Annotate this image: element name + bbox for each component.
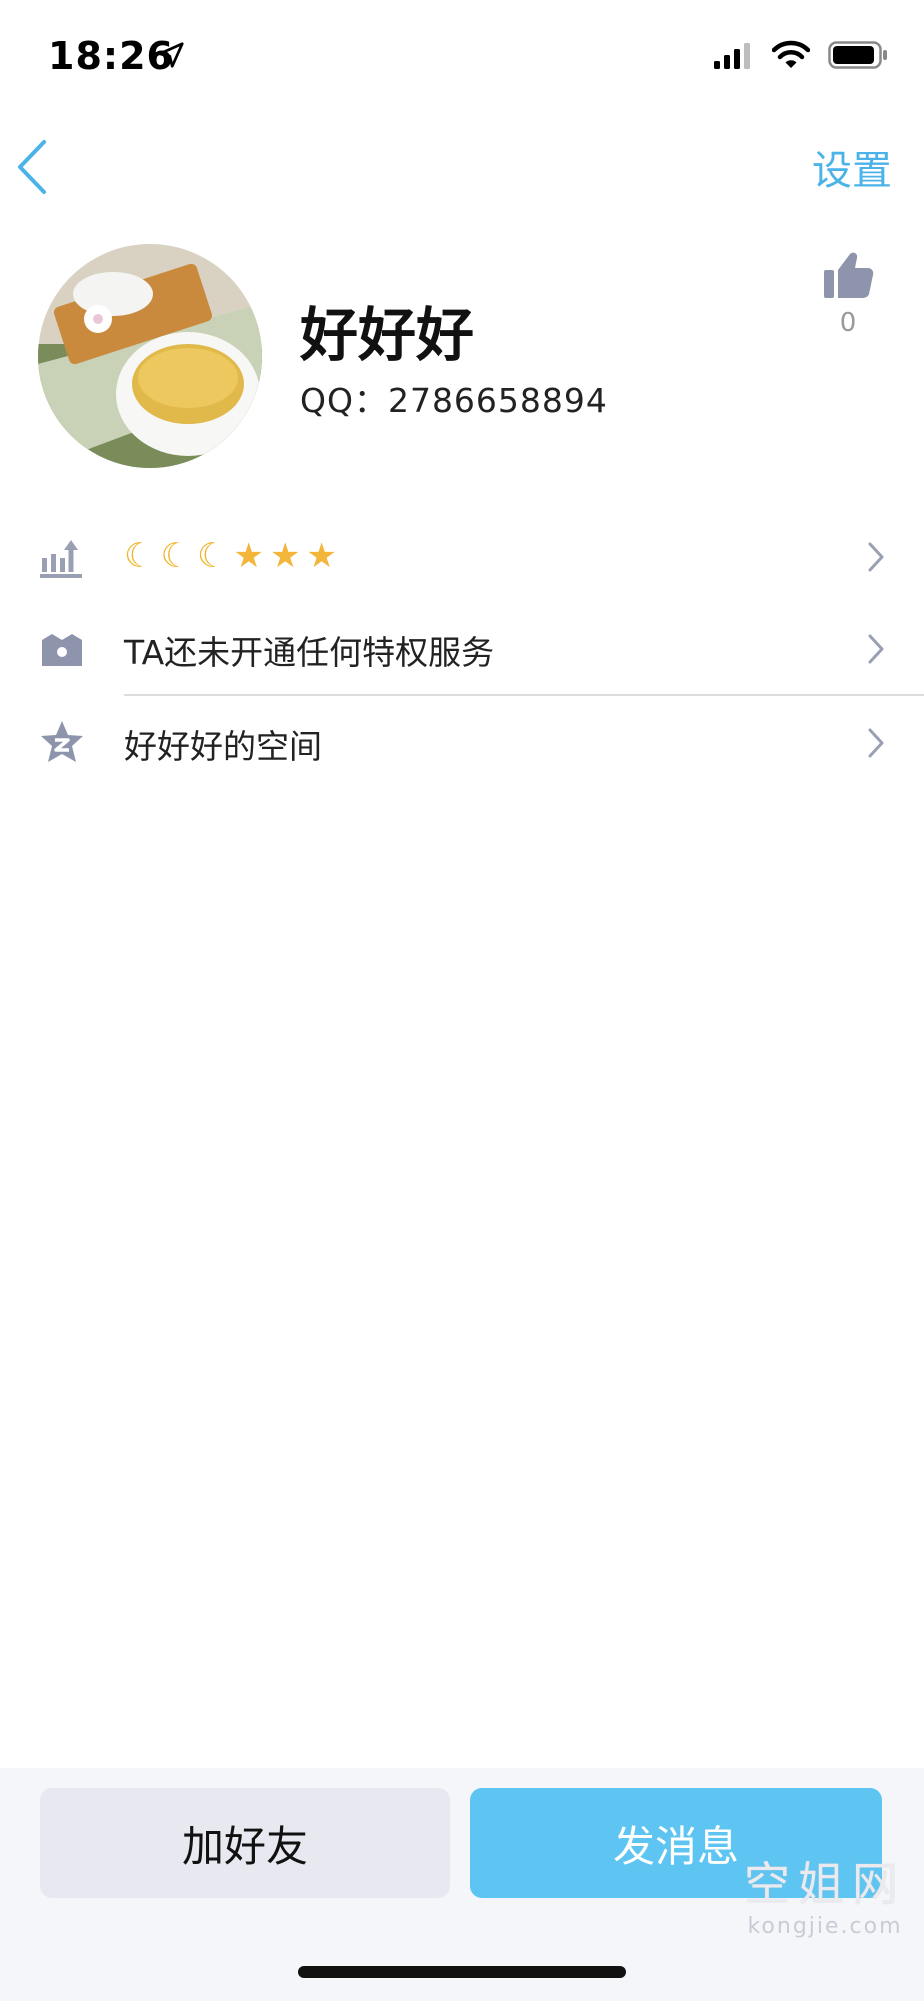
wifi-icon <box>772 40 810 68</box>
star-icon: ★ <box>233 536 264 576</box>
add-friend-button[interactable]: 加好友 <box>40 1788 450 1898</box>
row-qzone[interactable]: 好好好的空间 <box>0 696 924 788</box>
avatar-image <box>38 244 262 468</box>
row-privileges[interactable]: TA还未开通任何特权服务 <box>0 602 924 694</box>
moon-icon: ☾ <box>196 536 228 576</box>
thumbs-up-icon <box>824 252 874 298</box>
avatar[interactable] <box>38 244 262 468</box>
home-indicator[interactable] <box>298 1966 626 1978</box>
star-icon: ★ <box>306 536 337 576</box>
crown-icon <box>42 634 82 666</box>
like-count: 0 <box>839 308 857 338</box>
row-qzone-label: 好好好的空间 <box>124 727 322 766</box>
status-bar: 18:26 <box>0 0 924 110</box>
watermark-sub: kongjie.com <box>747 1914 903 1939</box>
signal-icon <box>714 43 750 69</box>
chevron-right-icon <box>868 728 884 758</box>
profile-qq-number: QQ：2786658894 <box>300 381 608 420</box>
chevron-right-icon <box>868 542 884 572</box>
level-icon <box>40 540 82 578</box>
settings-button[interactable]: 设置 <box>812 138 892 196</box>
qzone-star-icon <box>41 721 83 762</box>
row-level[interactable]: ☾ ☾ ☾ ★ ★ ★ <box>0 510 924 602</box>
star-icon: ★ <box>269 536 301 576</box>
status-indicators <box>714 40 888 70</box>
moon-icon: ☾ <box>160 536 191 576</box>
profile-header: 好好好 QQ：2786658894 0 <box>0 240 924 480</box>
chevron-left-icon[interactable] <box>10 132 56 202</box>
location-arrow-icon <box>158 42 184 68</box>
profile-name: 好好好 <box>300 301 475 369</box>
send-message-button[interactable]: 发消息 <box>470 1788 882 1898</box>
like-button[interactable]: 0 <box>808 250 888 338</box>
nav-bar: 设置 <box>0 110 924 220</box>
level-badges: ☾ ☾ ☾ ★ ★ ★ <box>124 530 337 582</box>
chevron-right-icon <box>868 634 884 664</box>
row-privileges-label: TA还未开通任何特权服务 <box>124 633 495 672</box>
moon-icon: ☾ <box>124 536 155 576</box>
battery-icon <box>828 41 887 69</box>
